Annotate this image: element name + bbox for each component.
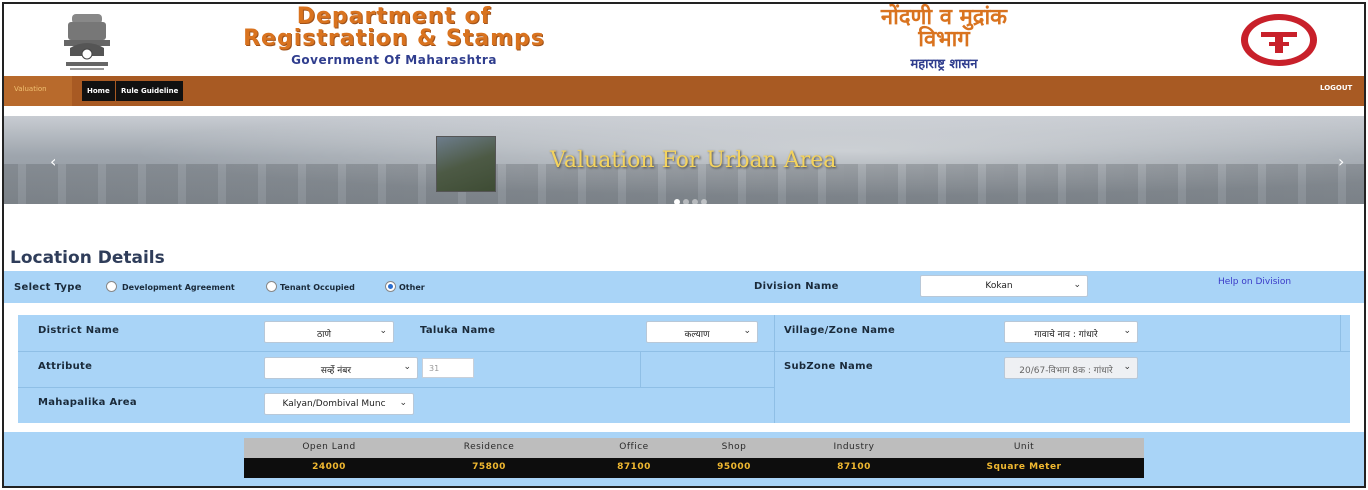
logout-link[interactable]: LOGOUT	[1320, 84, 1352, 92]
chevron-down-icon: ⌄	[1073, 280, 1081, 290]
title-mr-line1: नोंदणी व मुद्रांक	[880, 4, 1008, 30]
mahapalika-select[interactable]: Kalyan/Dombival Munc ⌄	[264, 393, 414, 415]
subzone-name-label: SubZone Name	[784, 361, 873, 372]
column-divider	[774, 315, 775, 423]
rate-shop: 95000	[717, 462, 751, 472]
nav-valuation[interactable]: Valuation	[4, 76, 72, 106]
chevron-down-icon: ⌄	[403, 362, 411, 372]
chevron-down-icon: ⌄	[399, 398, 407, 408]
rate-industry: 87100	[837, 462, 871, 472]
mahapalika-area-label: Mahapalika Area	[38, 397, 137, 408]
row-divider	[18, 387, 774, 388]
taluka-name-label: Taluka Name	[420, 325, 496, 336]
banner-caption: Valuation For Urban Area	[550, 148, 837, 173]
division-name-label: Division Name	[754, 281, 839, 292]
division-select[interactable]: Kokan ⌄	[920, 275, 1088, 297]
taluka-select-value: कल्याण	[684, 330, 710, 340]
page-frame: Department of Registration & Stamps Gove…	[2, 2, 1366, 488]
village-zone-select[interactable]: गावाचे नाव : गांधारे ⌄	[1004, 321, 1138, 343]
carousel-dot[interactable]	[674, 199, 680, 204]
title-en-line1: Department of	[296, 4, 492, 29]
rates-section: Open Land Residence Office Shop Industry…	[4, 432, 1364, 486]
rate-open-land: 24000	[312, 462, 346, 472]
rates-header-cell: Office	[619, 442, 649, 452]
department-title-english: Department of Registration & Stamps Gove…	[194, 4, 594, 68]
nav-home-button[interactable]: Home	[82, 81, 115, 101]
rate-office: 87100	[617, 462, 651, 472]
radio-development-agreement-label: Development Agreement	[122, 283, 235, 292]
rates-header-row: Open Land Residence Office Shop Industry…	[244, 438, 1144, 458]
chevron-down-icon: ⌄	[379, 326, 387, 336]
radio-tenant-occupied[interactable]	[266, 281, 277, 292]
chevron-down-icon: ⌄	[743, 326, 751, 336]
subzone-select-value: 20/67-विभाग 8क : गांधारे	[1019, 366, 1113, 376]
select-type-row: Select Type Development Agreement Tenant…	[4, 271, 1364, 303]
title-en-line3: Government Of Maharashtra	[291, 53, 497, 67]
department-title-marathi: नोंदणी व मुद्रांक विभाग महाराष्ट्र शासन	[804, 6, 1084, 72]
main-nav: Valuation Home Rule Guideline LOGOUT	[4, 76, 1364, 106]
radio-development-agreement[interactable]	[106, 281, 117, 292]
location-details-title: Location Details	[10, 248, 165, 268]
district-select[interactable]: ठाणे ⌄	[264, 321, 394, 343]
select-type-label: Select Type	[14, 282, 82, 293]
column-divider	[1340, 315, 1341, 351]
taluka-select[interactable]: कल्याण ⌄	[646, 321, 758, 343]
carousel-prev-icon[interactable]: ‹	[50, 152, 56, 171]
rates-header-cell: Unit	[1013, 442, 1035, 452]
carousel-dot[interactable]	[692, 199, 698, 204]
rates-header-cell: Open Land	[302, 442, 356, 452]
rates-header-cell: Shop	[721, 442, 747, 452]
mahapalika-select-value: Kalyan/Dombival Munc	[282, 399, 386, 409]
banner-carousel: Valuation For Urban Area ‹ ›	[4, 116, 1364, 204]
carousel-indicators	[674, 190, 710, 204]
village-zone-select-value: गावाचे नाव : गांधारे	[1034, 330, 1098, 340]
title-mr-line2: विभाग	[918, 26, 970, 52]
carousel-dot[interactable]	[701, 199, 707, 204]
title-mr-line3: महाराष्ट्र शासन	[910, 57, 978, 72]
rate-residence: 75800	[472, 462, 506, 472]
carousel-next-icon[interactable]: ›	[1338, 152, 1344, 171]
district-select-value: ठाणे	[316, 330, 332, 340]
radio-other-label: Other	[399, 283, 425, 292]
carousel-dot[interactable]	[683, 199, 689, 204]
radio-other[interactable]	[385, 281, 396, 292]
chevron-down-icon: ⌄	[1123, 362, 1131, 372]
attribute-select-value: सर्व्हे नंबर	[320, 366, 352, 376]
state-emblem-icon	[64, 14, 110, 70]
location-form: District Name ठाणे ⌄ Taluka Name कल्याण …	[18, 315, 1350, 423]
help-on-division-link[interactable]: Help on Division	[1218, 277, 1291, 287]
row-divider	[18, 351, 1350, 352]
column-divider	[640, 351, 641, 387]
village-zone-name-label: Village/Zone Name	[784, 325, 896, 336]
radio-tenant-occupied-label: Tenant Occupied	[280, 283, 355, 292]
rates-value-row: 24000 75800 87100 95000 87100 Square Met…	[244, 458, 1144, 478]
district-name-label: District Name	[38, 325, 120, 336]
banner-city-image	[436, 136, 496, 192]
attribute-number-input[interactable]: 31	[422, 358, 474, 378]
rates-header-cell: Industry	[833, 442, 875, 452]
title-en-line2: Registration & Stamps	[243, 26, 545, 51]
subzone-select[interactable]: 20/67-विभाग 8क : गांधारे ⌄	[1004, 357, 1138, 379]
chevron-down-icon: ⌄	[1123, 326, 1131, 336]
rate-unit: Square Meter	[986, 462, 1062, 472]
rates-header-cell: Residence	[463, 442, 515, 452]
attribute-label: Attribute	[38, 361, 93, 372]
nav-rule-guideline-button[interactable]: Rule Guideline	[116, 81, 184, 101]
division-select-value: Kokan	[985, 281, 1013, 291]
attribute-select[interactable]: सर्व्हे नंबर ⌄	[264, 357, 418, 379]
site-header: Department of Registration & Stamps Gove…	[4, 4, 1364, 76]
department-logo-icon	[1241, 14, 1317, 66]
